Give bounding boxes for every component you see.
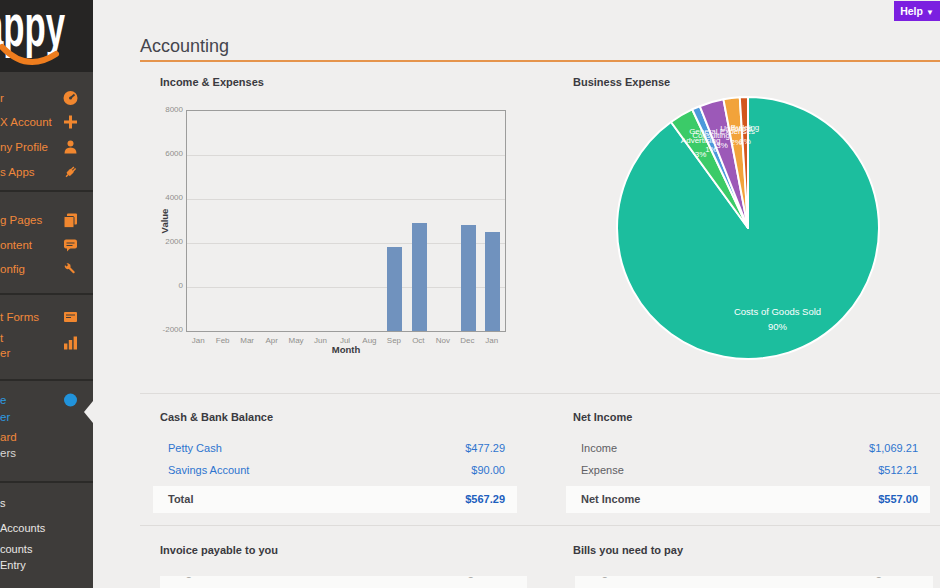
sidebar-item[interactable]: onfig xyxy=(0,258,93,280)
app-logo[interactable]: appy xyxy=(0,0,93,72)
cash-row: Savings Account $90.00 xyxy=(168,464,505,478)
wrench-icon xyxy=(63,262,78,277)
y-tick-label: 2000 xyxy=(141,237,183,246)
cash-total-row: Total $567.29 xyxy=(153,486,517,513)
cash-total-label: Total xyxy=(168,493,193,505)
caret-down-icon: ▼ xyxy=(926,8,934,17)
divider xyxy=(140,525,940,526)
bar-chart-title: Income & Expenses xyxy=(160,76,264,88)
help-button[interactable]: Help▼ xyxy=(894,1,940,21)
sidebar-item[interactable]: ers xyxy=(0,442,93,464)
net-income-total-row: Net Income $557.00 xyxy=(566,486,930,513)
x-tick-label: Apr xyxy=(259,336,285,345)
x-tick-label: Jan xyxy=(479,336,505,345)
pages-icon xyxy=(63,213,78,228)
petty-cash-value: $477.29 xyxy=(465,442,505,454)
net-income-row: Expense $512.21 xyxy=(581,464,918,478)
x-tick-label: Jun xyxy=(308,336,334,345)
sidebar-item[interactable]: ontent xyxy=(0,234,93,256)
sidebar-item[interactable]: g Pages xyxy=(0,209,93,231)
petty-cash-link[interactable]: Petty Cash xyxy=(168,442,222,454)
x-tick-label: Jan xyxy=(185,336,211,345)
income-label: Income xyxy=(581,442,617,454)
expense-label: Expense xyxy=(581,464,624,476)
sidebar: appy r X Account ny Profile s Apps xyxy=(0,0,93,588)
divider xyxy=(140,393,940,394)
expense-value: $512.21 xyxy=(878,464,918,476)
income-value: $1,069.21 xyxy=(869,442,918,454)
user-icon xyxy=(63,140,78,155)
gridline xyxy=(187,155,505,156)
sidebar-item[interactable]: Accounts xyxy=(0,517,93,539)
x-tick-label: Mar xyxy=(234,336,260,345)
accounting-page: appy r X Account ny Profile s Apps xyxy=(0,0,940,588)
x-tick-label: Feb xyxy=(210,336,236,345)
y-tick-label: 4000 xyxy=(141,193,183,202)
plus-icon xyxy=(63,115,78,130)
bar-jan[interactable] xyxy=(485,232,500,331)
form-icon xyxy=(63,310,78,325)
sidebar-item[interactable]: s xyxy=(0,492,93,514)
title-underline xyxy=(140,60,940,62)
y-tick-label: 0 xyxy=(141,281,183,290)
net-income-row: Income $1,069.21 xyxy=(581,442,918,456)
page-title: Accounting xyxy=(140,36,229,57)
cash-row: Petty Cash $477.29 xyxy=(168,442,505,456)
y-tick-label: -2000 xyxy=(141,325,183,334)
comment-icon xyxy=(63,238,78,253)
net-income-panel-title: Net Income xyxy=(573,411,632,423)
logo-smile-icon xyxy=(0,0,93,72)
x-axis-title: Month xyxy=(332,344,361,355)
net-income-total-label: Net Income xyxy=(581,493,640,505)
x-tick-label: Sep xyxy=(381,336,407,345)
y-tick-label: 8000 xyxy=(141,105,183,114)
sidebar-item[interactable]: er xyxy=(0,406,93,428)
invoice-section-title: Invoice payable to you xyxy=(160,544,278,556)
pie-chart: Costs of Goods Sold90%Advertising3%Consu… xyxy=(613,93,883,363)
gridline xyxy=(187,243,505,244)
active-item-notch xyxy=(84,401,93,423)
bar-sep[interactable] xyxy=(387,247,402,331)
net-income-total-value: $557.00 xyxy=(878,493,918,505)
sidebar-item[interactable]: r xyxy=(0,87,93,109)
sidebar-item[interactable]: ny Profile xyxy=(0,136,93,158)
x-tick-label: Oct xyxy=(405,336,431,345)
bills-section-title: Bills you need to pay xyxy=(573,544,683,556)
sidebar-item[interactable]: er xyxy=(0,342,93,364)
savings-account-value: $90.00 xyxy=(471,464,505,476)
sidebar-item[interactable]: t Forms xyxy=(0,306,93,328)
x-tick-label: Nov xyxy=(430,336,456,345)
gauge-icon xyxy=(63,91,78,106)
bar-chart-plot xyxy=(186,110,506,332)
y-axis-title: Value xyxy=(159,209,170,234)
cash-total-value: $567.29 xyxy=(465,493,505,505)
gridline xyxy=(187,287,505,288)
cash-panel-title: Cash & Bank Balance xyxy=(160,411,273,423)
x-tick-label: Dec xyxy=(454,336,480,345)
pie-slice-label: Building1% xyxy=(731,121,759,149)
pie-slice-label: Costs of Goods Sold90% xyxy=(734,304,821,334)
plug-icon xyxy=(63,165,78,180)
bar-oct[interactable] xyxy=(412,223,427,331)
sidebar-item[interactable]: X Account xyxy=(0,111,93,133)
savings-account-link[interactable]: Savings Account xyxy=(168,464,249,476)
x-tick-label: May xyxy=(283,336,309,345)
y-tick-label: 6000 xyxy=(141,149,183,158)
sidebar-item[interactable]: s Apps xyxy=(0,161,93,183)
bar-dec[interactable] xyxy=(461,225,476,331)
pie-chart-title: Business Expense xyxy=(573,76,670,88)
sidebar-item[interactable]: Entry xyxy=(0,554,93,576)
gridline xyxy=(187,199,505,200)
